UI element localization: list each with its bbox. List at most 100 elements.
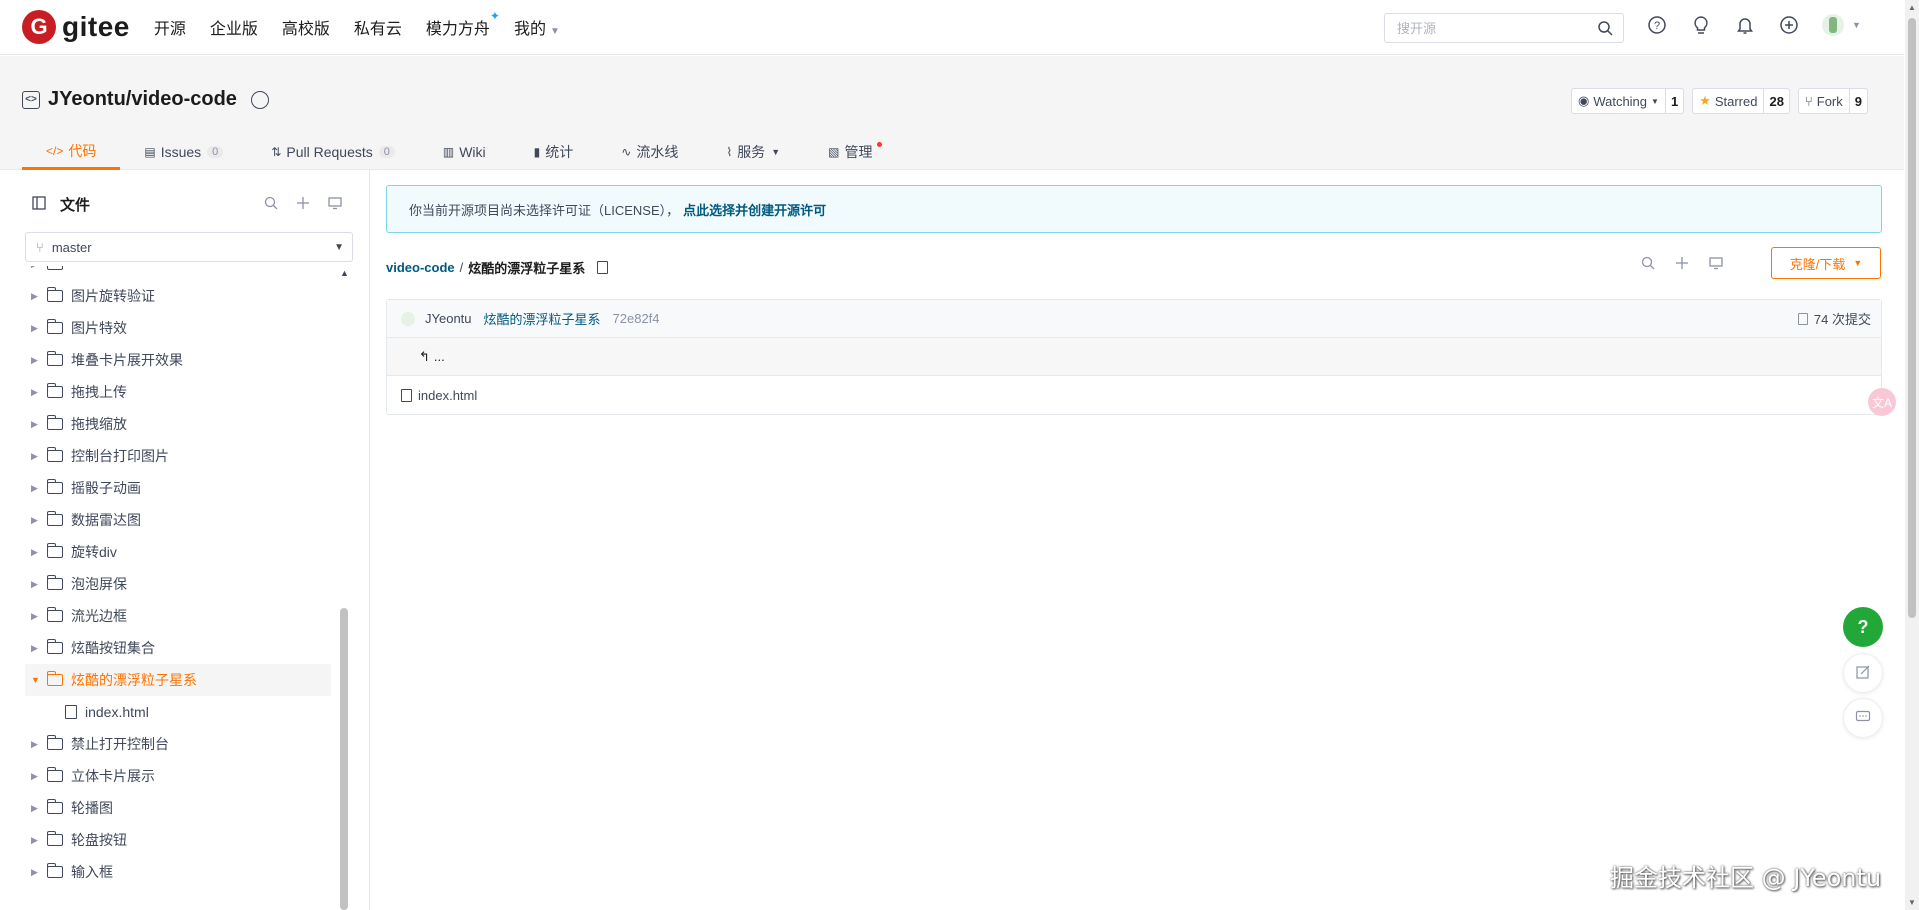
page-scroll-up-icon[interactable]: ▲ [1908, 3, 1916, 12]
main-nav: 开源 企业版 高校版 私有云 模力方舟 ✦ 我的 ▼ [154, 9, 584, 39]
expand-arrow-icon: ▶ [31, 514, 38, 525]
file-search-icon[interactable] [1641, 256, 1655, 273]
nav-item-moli[interactable]: 模力方舟 ✦ [426, 9, 500, 39]
caret-down-icon: ▼ [549, 26, 560, 37]
plus-circle-icon[interactable] [1778, 14, 1800, 36]
folder-icon [46, 415, 63, 430]
tab-wiki-label: Wiki [459, 144, 486, 160]
tree-label [71, 266, 75, 272]
tree-folder[interactable]: ▶ 图片特效 [25, 312, 331, 344]
logo-text: gitee [62, 11, 130, 42]
parent-dir-row[interactable]: ↰ ... [387, 338, 1881, 376]
tab-wiki[interactable]: ▥ Wiki [419, 134, 510, 170]
search-input[interactable] [1397, 20, 1597, 36]
tree-folder[interactable]: ▶ 输入框 [25, 856, 331, 888]
copy-path-icon[interactable] [597, 261, 609, 274]
scroll-up-icon[interactable]: ▲ [340, 268, 349, 278]
watch-button[interactable]: ◉ Watching ▼ 1 [1570, 88, 1685, 114]
fork-count[interactable]: 9 [1848, 89, 1867, 113]
tab-pull-requests[interactable]: ⇅ Pull Requests 0 [247, 134, 419, 170]
license-notice: 你当前开源项目尚未选择许可证（LICENSE）， 点此选择并创建开源许可 [386, 185, 1882, 233]
latest-commit: JYeontu 炫酷的漂浮粒子星系 72e82f4 74 次提交 [387, 300, 1881, 338]
translate-button[interactable]: 文A [1868, 388, 1896, 416]
tab-code[interactable]: </> 代码 [22, 134, 121, 170]
breadcrumb-root[interactable]: video-code [386, 260, 455, 275]
folder-icon [46, 767, 63, 782]
nav-item-private-cloud[interactable]: 私有云 [354, 15, 402, 39]
page-scroll-down-icon[interactable]: ▼ [1908, 898, 1916, 907]
tree-file[interactable]: index.html [25, 696, 331, 728]
tree-folder-active[interactable]: ▼ 炫酷的漂浮粒子星系 [25, 664, 331, 696]
user-avatar[interactable] [1822, 14, 1844, 36]
file-name[interactable]: index.html [418, 388, 477, 403]
watch-count[interactable]: 1 [1664, 89, 1683, 113]
nav-item-enterprise[interactable]: 企业版 [210, 15, 258, 39]
lightbulb-icon[interactable] [1690, 14, 1712, 36]
expand-arrow-icon: ▶ [31, 770, 38, 781]
tree-folder[interactable]: ▶ 拖拽上传 [25, 376, 331, 408]
help-circle-icon[interactable]: ? [1646, 14, 1668, 36]
commit-avatar[interactable] [401, 311, 415, 326]
commit-message[interactable]: 炫酷的漂浮粒子星系 [484, 309, 601, 328]
collapse-sidebar-icon[interactable] [32, 196, 46, 213]
tree-folder[interactable]: ▶ 轮播图 [25, 792, 331, 824]
sidebar-add-icon[interactable] [296, 196, 310, 213]
tree-folder[interactable]: ▶ 旋转div [25, 536, 331, 568]
folder-icon [46, 607, 63, 622]
tab-services[interactable]: ⌇ 服务 ▼ [702, 134, 804, 170]
tree-folder[interactable]: ▶ 堆叠卡片展开效果 [25, 344, 331, 376]
commit-author[interactable]: JYeontu [425, 311, 472, 326]
commit-sha[interactable]: 72e82f4 [613, 311, 660, 326]
page-scrollbar[interactable]: ▲ ▼ [1905, 0, 1919, 910]
file-sidebar: 文件 ⑂ master ▼ ▶ ▶ 图片旋转验证 ▶ 图片特效 ▶ 堆叠卡片展开效果 … [0, 170, 370, 910]
sidebar-scrollbar[interactable]: ▲ [339, 266, 349, 910]
help-button[interactable]: ? [1843, 607, 1883, 647]
folder-icon [46, 799, 63, 814]
gitee-logo[interactable]: G gitee [22, 10, 130, 44]
avatar-caret-icon[interactable]: ▼ [1852, 20, 1861, 30]
tree-label: 堆叠卡片展开效果 [71, 352, 183, 368]
nav-item-opensource[interactable]: 开源 [154, 15, 186, 39]
sidebar-actions [264, 196, 342, 213]
sidebar-search-icon[interactable] [264, 196, 278, 213]
tree-folder[interactable]: ▶ 轮盘按钮 [25, 824, 331, 856]
search-icon[interactable] [1597, 20, 1613, 39]
tree-folder[interactable]: ▶ 图片旋转验证 [25, 280, 331, 312]
star-count[interactable]: 28 [1763, 89, 1788, 113]
tab-pipeline[interactable]: ∿ 流水线 [597, 134, 702, 170]
nav-item-mine[interactable]: 我的 ▼ [514, 15, 560, 39]
clone-download-button[interactable]: 克隆/下载 ▼ [1771, 247, 1881, 279]
star-button[interactable]: ★ Starred 28 [1692, 88, 1790, 114]
branch-select[interactable]: ⑂ master ▼ [25, 232, 353, 262]
tree-folder[interactable]: ▶ 泡泡屏保 [25, 568, 331, 600]
file-row[interactable]: index.html [387, 376, 1881, 414]
tree-folder[interactable]: ▶ 拖拽缩放 [25, 408, 331, 440]
tree-folder[interactable]: ▶ 数据雷达图 [25, 504, 331, 536]
create-license-link[interactable]: 点此选择并创建开源许可 [683, 200, 826, 219]
fork-button[interactable]: ⑂ Fork 9 [1797, 88, 1868, 114]
file-add-icon[interactable] [1675, 256, 1689, 273]
tree-folder[interactable]: ▶ 禁止打开控制台 [25, 728, 331, 760]
sidebar-monitor-icon[interactable] [328, 196, 342, 213]
tree-folder[interactable]: ▶ 控制台打印图片 [25, 440, 331, 472]
repo-badge-icon[interactable] [250, 90, 269, 109]
tree-folder-partial[interactable]: ▶ [25, 266, 331, 280]
tab-stats[interactable]: ▮ 统计 [510, 134, 598, 170]
tree-folder[interactable]: ▶ 炫酷按钮集合 [25, 632, 331, 664]
tree-label: 拖拽缩放 [71, 416, 127, 432]
bell-icon[interactable] [1734, 14, 1756, 36]
scrollbar-thumb[interactable] [340, 608, 348, 910]
tab-admin[interactable]: ▧ 管理 [804, 134, 896, 170]
nav-item-education[interactable]: 高校版 [282, 15, 330, 39]
tree-folder[interactable]: ▶ 流光边框 [25, 600, 331, 632]
file-monitor-icon[interactable] [1709, 256, 1723, 273]
chat-button[interactable] [1843, 698, 1883, 738]
feedback-button[interactable] [1843, 653, 1883, 693]
tab-issues[interactable]: ▤ Issues 0 [120, 134, 247, 170]
tree-folder[interactable]: ▶ 摇骰子动画 [25, 472, 331, 504]
tree-folder[interactable]: ▶ 立体卡片展示 [25, 760, 331, 792]
page-scrollbar-thumb[interactable] [1908, 18, 1916, 618]
expand-arrow-icon: ▶ [31, 418, 38, 429]
commit-count[interactable]: 74 次提交 [1797, 309, 1871, 328]
repo-name[interactable]: JYeontu/video-code [48, 88, 237, 111]
